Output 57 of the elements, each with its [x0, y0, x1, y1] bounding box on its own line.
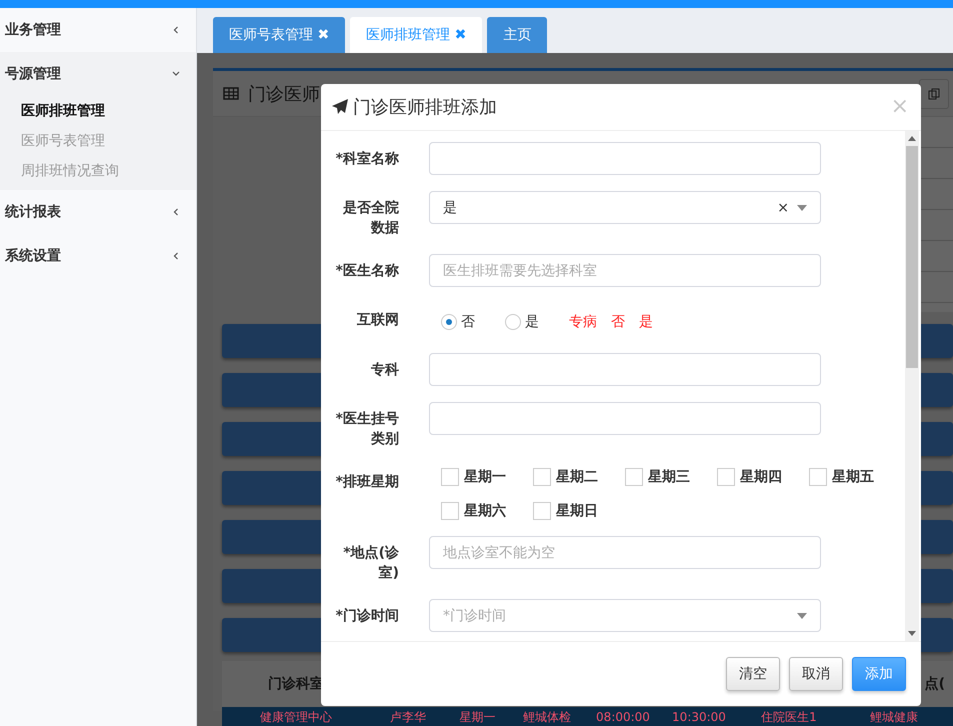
- field-label: 是否全院数据: [342, 199, 399, 238]
- copy-button[interactable]: [919, 79, 949, 109]
- checkbox-option[interactable]: 星期六: [441, 502, 533, 520]
- field-label: *地点(诊室): [342, 544, 399, 583]
- sidebar-subitem[interactable]: 医师排班管理: [21, 102, 105, 120]
- table-cell-text: 健康管理中心: [259, 708, 333, 726]
- table-icon: [223, 87, 239, 100]
- note-text: 是: [639, 313, 653, 331]
- table-cell-text: 卢李华: [389, 708, 427, 726]
- copy-icon: [928, 88, 940, 100]
- input-field[interactable]: [429, 402, 821, 435]
- table-cell-text: 鲤城健康: [869, 708, 919, 726]
- chevron-left-icon: [172, 251, 180, 261]
- paper-plane-icon: [331, 98, 349, 116]
- select-field[interactable]: 是 ×: [429, 191, 821, 224]
- sidebar-item[interactable]: 号源管理: [0, 52, 196, 96]
- dialog-title: 门诊医师排班添加: [353, 96, 498, 119]
- input-field[interactable]: [429, 142, 821, 175]
- column-header: 点(: [924, 675, 946, 693]
- field-label: 专科: [370, 361, 399, 380]
- table-cell-text: 08:00:00: [595, 710, 651, 724]
- field-label: *医生名称: [335, 262, 399, 281]
- checkbox-option[interactable]: 星期四: [717, 468, 809, 486]
- field-label: *科室名称: [335, 150, 399, 169]
- checkbox-option[interactable]: 星期五: [809, 468, 901, 486]
- scrollbar[interactable]: [905, 131, 919, 641]
- scroll-up-icon[interactable]: [908, 136, 916, 141]
- tab[interactable]: 医师号表管理 ✖: [213, 17, 346, 53]
- field-label: *医生挂号类别: [335, 410, 399, 449]
- chevron-left-icon: [172, 207, 180, 217]
- checkbox-option[interactable]: 星期二: [533, 468, 625, 486]
- dialog-button[interactable]: 清空: [726, 657, 780, 691]
- sidebar-item[interactable]: 业务管理: [0, 8, 196, 52]
- table-cell-text: 住院医生1: [760, 708, 818, 726]
- note-text: 专病: [569, 313, 597, 331]
- field-label: *门诊时间: [335, 606, 399, 626]
- radio-option[interactable]: 是: [505, 313, 539, 331]
- tab[interactable]: 主页: [487, 17, 548, 53]
- panel-title: 门诊医师: [248, 82, 320, 106]
- chevron-left-icon: [172, 25, 180, 35]
- table-row[interactable]: 健康管理中心 卢李华 星期一 鲤城体检 08:00:00 10:30:00 住院医生1 鲤城健康: [222, 707, 953, 726]
- field-label: 互联网: [356, 311, 399, 330]
- sidebar-item[interactable]: 统计报表: [0, 190, 196, 234]
- checkbox-option[interactable]: 星期日: [533, 502, 625, 520]
- checkbox-option[interactable]: 星期一: [441, 468, 533, 486]
- table-cell-text: 星期一: [458, 708, 496, 726]
- checkbox-option[interactable]: 星期三: [625, 468, 717, 486]
- note-text: 否: [611, 313, 625, 331]
- table-cell-text: 鲤城体检: [522, 708, 572, 726]
- sidebar-item[interactable]: 系统设置: [0, 234, 196, 278]
- input-field[interactable]: [429, 353, 821, 386]
- radio-option[interactable]: 否: [441, 313, 475, 331]
- table-cell-text: 10:30:00: [671, 710, 727, 724]
- field-label: *排班星期: [335, 473, 399, 492]
- dialog-button[interactable]: 取消: [789, 657, 843, 691]
- caret-icon: [797, 204, 807, 210]
- scroll-down-icon[interactable]: [908, 631, 916, 636]
